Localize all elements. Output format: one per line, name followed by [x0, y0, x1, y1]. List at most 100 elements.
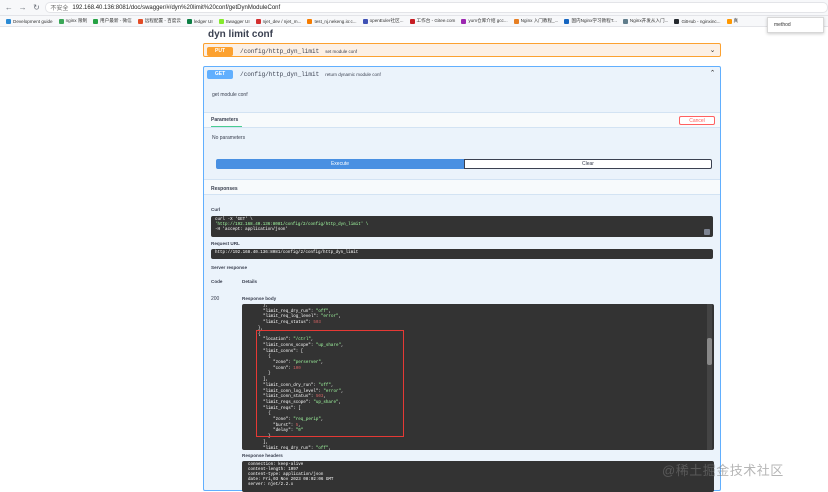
bookmark-label: yum仓库介绍 gcc...: [468, 18, 508, 23]
responses-section-header: Responses: [204, 179, 720, 195]
bookmark-favicon-icon: [137, 18, 143, 24]
curl-label: Curl: [211, 207, 221, 212]
bookmark-item[interactable]: nginx 限制: [58, 18, 88, 24]
bookmark-favicon-icon: [186, 18, 192, 24]
bookmark-label: nginx 限制: [65, 18, 88, 23]
opblock-put-summary: set module conf: [325, 48, 357, 54]
bookmark-item[interactable]: test_nj.nekeng.io:c...: [307, 18, 357, 24]
response-headers-box[interactable]: connection: keep-alive content-length: 1…: [242, 461, 714, 492]
bookmark-favicon-icon: [726, 18, 732, 24]
opblock-get-summary: return dynamic module conf: [325, 71, 381, 77]
opblock-description: get module conf: [212, 92, 248, 98]
chevron-down-icon[interactable]: ⌄: [709, 47, 716, 54]
server-response-label: Server response: [211, 265, 248, 270]
address-url: 192.168.40.136:8081/doc/swagger/#/dyn%20…: [72, 4, 281, 11]
swagger-page: dyn limit conf PUT /config/http_dyn_limi…: [0, 27, 828, 492]
back-icon[interactable]: ←: [4, 3, 14, 13]
insecure-warning: 不安全: [50, 6, 69, 12]
opblock-put[interactable]: PUT /config/http_dyn_limit set module co…: [203, 43, 721, 57]
left-gutter: [0, 27, 200, 490]
bookmark-favicon-icon: [564, 18, 570, 24]
parameters-section-header: Parameters Cancel: [204, 112, 720, 128]
find-popup[interactable]: method: [767, 17, 824, 33]
bookmark-item[interactable]: Nginx开发从入门...: [622, 18, 669, 24]
bookmark-label: Swagger UI: [225, 18, 250, 24]
bookmarks-bar: Development guide nginx 限制 用户最新 - 微信 远程配置 -…: [0, 16, 828, 27]
bookmark-favicon-icon: [409, 18, 415, 24]
bookmark-item[interactable]: 工作台 - Gitee.com: [409, 18, 456, 24]
bookmark-item[interactable]: njet_dev / njet_m...: [255, 18, 302, 24]
bookmark-label: Nginx开发从入门...: [629, 18, 669, 23]
bookmark-label: test_nj.nekeng.io:c...: [314, 18, 357, 24]
opblock-get: GET /config/http_dyn_limit return dynami…: [203, 66, 721, 492]
bookmark-favicon-icon: [93, 18, 99, 24]
bookmark-favicon-icon: [307, 18, 313, 24]
bookmark-favicon-icon: [622, 18, 628, 24]
opblock-get-path: /config/http_dyn_limit: [240, 70, 320, 78]
address-bar[interactable]: 不安全 192.168.40.136:8081/doc/swagger/#/dy…: [45, 2, 828, 13]
scrollbar-thumb[interactable]: [707, 338, 712, 365]
response-headers-label: Response headers: [242, 453, 283, 458]
bookmark-item[interactable]: openEuler社区...: [362, 18, 404, 24]
bookmark-favicon-icon: [218, 18, 224, 24]
bookmark-label: ledger UI: [193, 18, 213, 24]
bookmark-favicon-icon: [461, 18, 467, 24]
bookmark-favicon-icon: [674, 18, 680, 24]
bookmark-favicon-icon: [6, 18, 11, 24]
method-badge-get: GET: [207, 69, 233, 79]
bookmark-favicon-icon: [58, 18, 64, 24]
bookmark-item[interactable]: Nginx 入门教程_...: [513, 18, 559, 24]
bookmark-item[interactable]: ledger UI: [186, 18, 213, 24]
response-code: 200: [211, 296, 220, 302]
bookmark-label: openEuler社区...: [369, 18, 404, 23]
request-url-box[interactable]: http://192.168.40.136:8081/config/2/conf…: [211, 249, 713, 259]
bookmark-item[interactable]: 远程配置 - 百度云: [137, 18, 181, 24]
execute-button[interactable]: Execute: [216, 159, 464, 169]
opblock-get-header[interactable]: GET /config/http_dyn_limit return dynami…: [204, 67, 720, 81]
tab-underline: [211, 126, 242, 127]
bookmark-item[interactable]: yum仓库介绍 gcc...: [461, 18, 508, 24]
bookmark-label: 国内Nginx学习教程T...: [571, 18, 617, 23]
header-line: server: njet/2.2.x: [248, 483, 294, 487]
bookmark-label: GitHub - nginxinc...: [681, 18, 721, 24]
chevron-up-icon[interactable]: ⌃: [709, 70, 716, 77]
opblock-put-path: /config/http_dyn_limit: [240, 47, 320, 55]
bookmark-favicon-icon: [255, 18, 261, 24]
bookmark-item[interactable]: Development guide: [6, 18, 53, 24]
browser-toolbar: ← → ↻ 不安全 192.168.40.136:8081/doc/swagge…: [0, 0, 828, 16]
annotation-highlight-box: [256, 330, 404, 437]
curl-command-box[interactable]: curl -X 'GET' \ 'http://192.168.40.136:8…: [211, 216, 713, 237]
tag-title[interactable]: dyn limit conf: [208, 29, 273, 40]
request-url-label: Request URL: [211, 241, 240, 246]
response-body-scrollbar[interactable]: [707, 304, 712, 450]
clear-button[interactable]: Clear: [464, 159, 712, 169]
response-body-label: Response body: [242, 296, 277, 301]
code-column-header: Code: [211, 279, 223, 284]
curl-line: -H 'accept: application/json': [215, 228, 288, 232]
bookmark-label: 真: [733, 18, 739, 23]
method-badge-put: PUT: [207, 46, 233, 56]
bookmark-item[interactable]: 国内Nginx学习教程T...: [564, 18, 617, 24]
no-parameters-text: No parameters: [212, 135, 246, 141]
reload-icon[interactable]: ↻: [32, 3, 42, 13]
responses-heading: Responses: [211, 186, 238, 192]
details-column-header: Details: [242, 279, 258, 284]
copy-icon[interactable]: [704, 229, 710, 235]
opblock-put-header[interactable]: PUT /config/http_dyn_limit set module co…: [204, 44, 720, 58]
bookmark-item[interactable]: 用户最新 - 微信: [93, 18, 132, 24]
bookmark-favicon-icon: [513, 18, 519, 24]
bookmark-label: Nginx 入门教程_...: [520, 18, 559, 23]
bookmark-label: Development guide: [13, 18, 53, 24]
response-body-box[interactable]: }, "limit_req_dry_run": "off", "limit_re…: [242, 304, 714, 450]
cancel-button[interactable]: Cancel: [679, 116, 715, 125]
forward-icon[interactable]: →: [18, 3, 28, 13]
bookmark-item[interactable]: Swagger UI: [218, 18, 250, 24]
tab-parameters[interactable]: Parameters: [211, 117, 238, 123]
bookmark-label: 工作台 - Gitee.com: [416, 18, 456, 23]
bookmark-label: 用户最新 - 微信: [100, 18, 132, 23]
watermark: @稀土掘金技术社区: [662, 463, 784, 478]
bookmark-label: 远程配置 - 百度云: [144, 18, 181, 23]
bookmark-item[interactable]: GitHub - nginxinc...: [674, 18, 721, 24]
bookmark-label: njet_dev / njet_m...: [262, 18, 302, 24]
bookmark-item[interactable]: 真: [726, 18, 739, 24]
